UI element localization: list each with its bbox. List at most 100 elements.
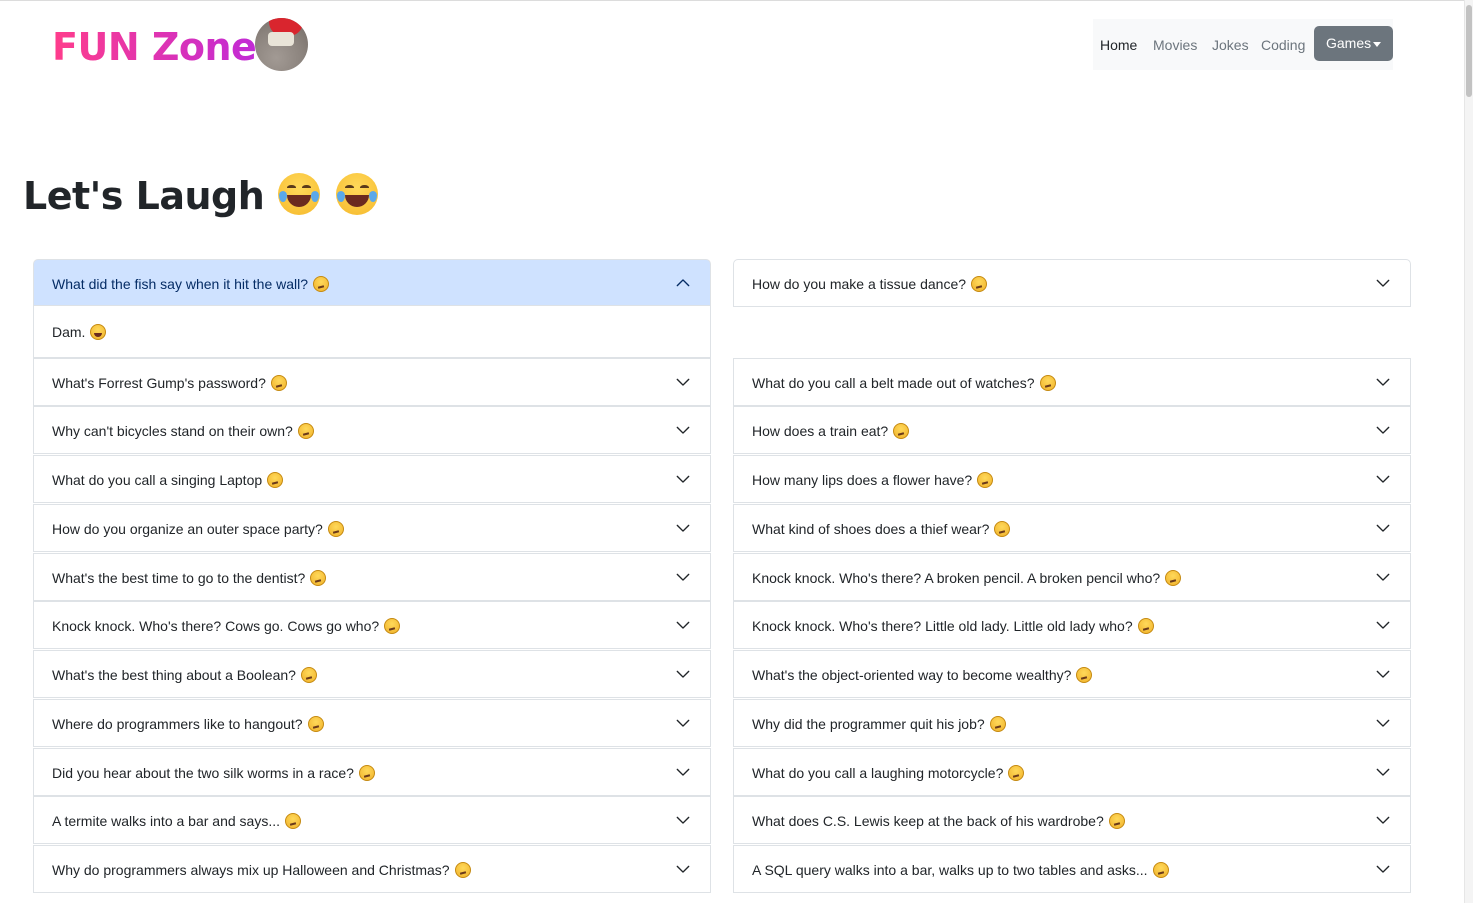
accordion-item-button[interactable]: Why do programmers always mix up Hallowe… (33, 845, 711, 893)
accordion-question: What's the best thing about a Boolean? (52, 667, 296, 683)
accordion-item-button[interactable]: What do you call a laughing motorcycle? (733, 748, 1411, 796)
chevron-down-icon (1376, 670, 1390, 678)
thinking-face-icon (1108, 813, 1125, 829)
accordion-item-button[interactable]: Where do programmers like to hangout? (33, 699, 711, 747)
answer-text-wrap: Dam. (52, 323, 107, 341)
thinking-face-icon (313, 276, 330, 292)
accordion-question-wrap: Where do programmers like to hangout? (52, 715, 324, 733)
chevron-down-icon (1376, 768, 1390, 776)
thinking-face-icon (1137, 618, 1154, 634)
thinking-face-icon (285, 813, 301, 829)
accordion-question: Why do programmers always mix up Hallowe… (52, 862, 450, 878)
games-dropdown-button[interactable]: Games (1314, 26, 1393, 61)
accordion-question: Knock knock. Who's there? A broken penci… (752, 570, 1161, 586)
accordion-item-button[interactable]: Knock knock. Who's there? Little old lad… (733, 601, 1411, 649)
accordion-question: How does a train eat? (752, 423, 889, 439)
accordion-item-button[interactable]: A termite walks into a bar and says... (33, 796, 711, 844)
accordion-item-button[interactable]: Why did the programmer quit his job? (733, 699, 1411, 747)
answer-text: Dam. (52, 324, 86, 340)
accordion-question-wrap: What do you call a laughing motorcycle? (752, 764, 1025, 782)
nav-link-jokes[interactable]: Jokes (1212, 36, 1249, 54)
nav-link-movies[interactable]: Movies (1153, 36, 1197, 54)
page-title-text: Let's Laugh (23, 174, 265, 218)
accordion-item-button[interactable]: What's the object-oriented way to become… (733, 650, 1411, 698)
accordion-question: What does C.S. Lewis keep at the back of… (752, 813, 1104, 829)
nav-link-home[interactable]: Home (1100, 36, 1137, 54)
accordion-item-button[interactable]: How do you make a tissue dance? (733, 259, 1411, 307)
grinning-squinting-face-icon (90, 324, 107, 340)
accordion-item-button[interactable]: What did the fish say when it hit the wa… (33, 259, 711, 306)
accordion-item-button[interactable]: A SQL query walks into a bar, walks up t… (733, 845, 1411, 893)
thinking-face-icon (994, 521, 1011, 537)
accordion-question: Why can't bicycles stand on their own? (52, 423, 293, 439)
accordion-question: Did you hear about the two silk worms in… (52, 765, 354, 781)
accordion-item-button[interactable]: How does a train eat? (733, 406, 1411, 454)
accordion-item-button[interactable]: What's Forrest Gump's password? (33, 358, 711, 406)
chevron-down-icon (676, 865, 690, 873)
chevron-down-icon (1376, 378, 1390, 386)
chevron-down-icon (676, 426, 690, 434)
accordion-item-button[interactable]: What do you call a singing Laptop (33, 455, 711, 503)
chevron-down-icon (676, 768, 690, 776)
thinking-face-icon (1152, 862, 1169, 878)
accordion-item-button[interactable]: What does C.S. Lewis keep at the back of… (733, 796, 1411, 844)
scrollbar-thumb[interactable] (1466, 5, 1472, 97)
thinking-face-icon (454, 862, 471, 878)
browser-top-border (0, 0, 1473, 3)
accordion-question-wrap: How do you make a tissue dance? (752, 275, 988, 293)
accordion-question-wrap: What does C.S. Lewis keep at the back of… (752, 812, 1125, 830)
chevron-down-icon (676, 573, 690, 581)
accordion-question: What did the fish say when it hit the wa… (52, 276, 309, 292)
chevron-down-icon (676, 670, 690, 678)
accordion-item-button[interactable]: What's the best time to go to the dentis… (33, 553, 711, 601)
tears-of-joy-icon (278, 173, 321, 215)
brand-logo-text[interactable]: FUN Zone (52, 24, 257, 70)
accordion-question-wrap: What do you call a belt made out of watc… (752, 374, 1056, 392)
top-navbar: Home Movies Jokes Coding Games (1093, 19, 1393, 70)
accordion-item-button[interactable]: How many lips does a flower have? (733, 455, 1411, 503)
accordion-question-wrap: A termite walks into a bar and says... (52, 812, 301, 830)
chevron-down-icon (676, 621, 690, 629)
chevron-down-icon (1376, 719, 1390, 727)
accordion-question: A SQL query walks into a bar, walks up t… (752, 862, 1148, 878)
chevron-down-icon (676, 378, 690, 386)
games-dropdown-label: Games (1326, 35, 1372, 51)
accordion-question-wrap: Why can't bicycles stand on their own? (52, 422, 314, 440)
chevron-down-icon (676, 524, 690, 532)
accordion-item-button[interactable]: Why can't bicycles stand on their own? (33, 406, 711, 454)
thinking-face-icon (358, 765, 375, 781)
thinking-face-icon (893, 423, 910, 439)
accordion-question-wrap: What kind of shoes does a thief wear? (752, 520, 1011, 538)
nav-link-coding[interactable]: Coding (1261, 36, 1305, 54)
accordion-item-button[interactable]: What kind of shoes does a thief wear? (733, 504, 1411, 552)
accordion-item-button[interactable]: What's the best thing about a Boolean? (33, 650, 711, 698)
accordion-item-button[interactable]: How do you organize an outer space party… (33, 504, 711, 552)
accordion-question-wrap: What's the best time to go to the dentis… (52, 569, 327, 587)
thinking-face-icon (267, 472, 284, 488)
accordion-question: Knock knock. Who's there? Cows go. Cows … (52, 618, 380, 634)
chevron-down-icon (1376, 475, 1390, 483)
chevron-down-icon (1376, 279, 1390, 287)
accordion-question: What's the object-oriented way to become… (752, 667, 1072, 683)
thinking-face-icon (1076, 667, 1093, 683)
chevron-down-icon (1376, 524, 1390, 532)
chevron-down-icon (1376, 621, 1390, 629)
thinking-face-icon (307, 716, 324, 732)
chevron-down-icon (1376, 816, 1390, 824)
accordion-item-button[interactable]: Did you hear about the two silk worms in… (33, 748, 711, 796)
accordion-question: What do you call a singing Laptop (52, 472, 263, 488)
accordion-question: What kind of shoes does a thief wear? (752, 521, 990, 537)
accordion-question: What do you call a belt made out of watc… (752, 375, 1035, 391)
chevron-down-icon (676, 816, 690, 824)
accordion-question-wrap: How does a train eat? (752, 422, 910, 440)
accordion-item-button[interactable]: Knock knock. Who's there? A broken penci… (733, 553, 1411, 601)
accordion-item-button[interactable]: Knock knock. Who's there? Cows go. Cows … (33, 601, 711, 649)
thinking-face-icon (1165, 570, 1182, 586)
accordion-item-button[interactable]: What do you call a belt made out of watc… (733, 358, 1411, 406)
accordion-question-wrap: Why did the programmer quit his job? (752, 715, 1006, 733)
accordion-question-wrap: What do you call a singing Laptop (52, 471, 284, 489)
thinking-face-icon (327, 521, 344, 537)
accordion-question: How many lips does a flower have? (752, 472, 973, 488)
accordion-question: Knock knock. Who's there? Little old lad… (752, 618, 1133, 634)
page-scrollbar[interactable] (1464, 0, 1473, 903)
